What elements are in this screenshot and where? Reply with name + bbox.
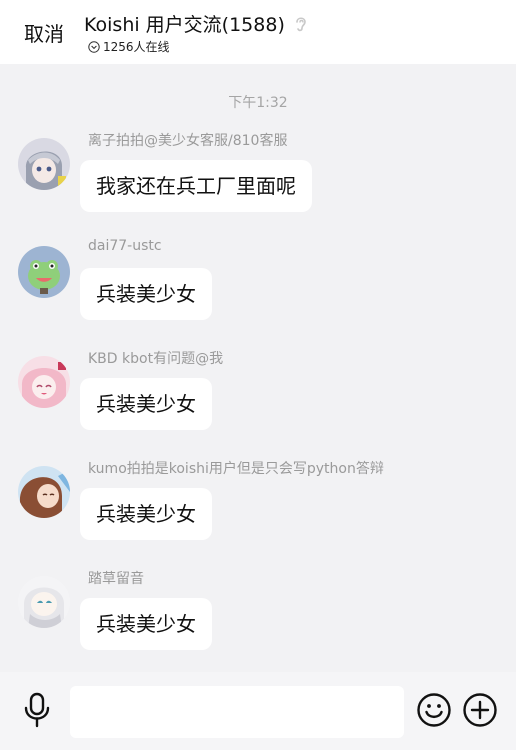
message-input[interactable] <box>70 686 404 738</box>
cancel-button[interactable]: 取消 <box>24 18 64 47</box>
input-bar <box>0 672 516 750</box>
message-item: 踏草留音 兵装美少女 <box>0 571 516 676</box>
pink-anime-avatar-icon <box>18 356 70 408</box>
sender-name[interactable]: kumo拍拍是koishi用户但是只会写python答辩 <box>88 458 384 478</box>
message-bubble[interactable]: 兵装美少女 <box>80 598 212 650</box>
chat-header: 取消 Koishi 用户交流(1588) 1256人在线 <box>0 0 516 64</box>
avatar[interactable] <box>18 246 70 298</box>
online-count: 1256人在线 <box>103 40 170 54</box>
emoji-icon[interactable] <box>416 692 452 728</box>
frog-avatar-icon <box>18 246 70 298</box>
message-item: KBD kbot有问题@我 兵装美少女 <box>0 351 516 456</box>
ear-icon[interactable] <box>293 14 309 34</box>
title-row: Koishi 用户交流(1588) <box>84 10 309 37</box>
avatar[interactable] <box>18 466 70 518</box>
message-item: kumo拍拍是koishi用户但是只会写python答辩 兵装美少女 <box>0 461 516 566</box>
message-item: 离子拍拍@美少女客服/810客服 我家还在兵工厂里面呢 <box>0 133 516 238</box>
group-title[interactable]: Koishi 用户交流(1588) <box>84 10 285 37</box>
white-anime-avatar-icon <box>18 576 70 628</box>
avatar[interactable] <box>18 576 70 628</box>
brown-hair-avatar-icon <box>18 466 70 518</box>
sender-name[interactable]: 离子拍拍@美少女客服/810客服 <box>88 130 287 150</box>
timestamp: 下午1:32 <box>228 95 288 111</box>
message-bubble[interactable]: 兵装美少女 <box>80 268 212 320</box>
sender-name[interactable]: 踏草留音 <box>88 568 144 588</box>
chevron-down-circle-icon <box>88 40 100 53</box>
anime-avatar-icon <box>18 138 70 190</box>
avatar[interactable] <box>18 138 70 190</box>
online-status[interactable]: 1256人在线 <box>88 38 170 55</box>
message-bubble[interactable]: 兵装美少女 <box>80 488 212 540</box>
sender-name[interactable]: dai77-ustc <box>88 238 162 254</box>
avatar[interactable] <box>18 356 70 408</box>
message-bubble[interactable]: 兵装美少女 <box>80 378 212 430</box>
message-item: dai77-ustc 兵装美少女 <box>0 238 516 346</box>
plus-icon[interactable] <box>462 692 498 728</box>
mic-icon[interactable] <box>22 692 52 728</box>
sender-name[interactable]: KBD kbot有问题@我 <box>88 348 223 368</box>
message-bubble[interactable]: 我家还在兵工厂里面呢 <box>80 160 312 212</box>
